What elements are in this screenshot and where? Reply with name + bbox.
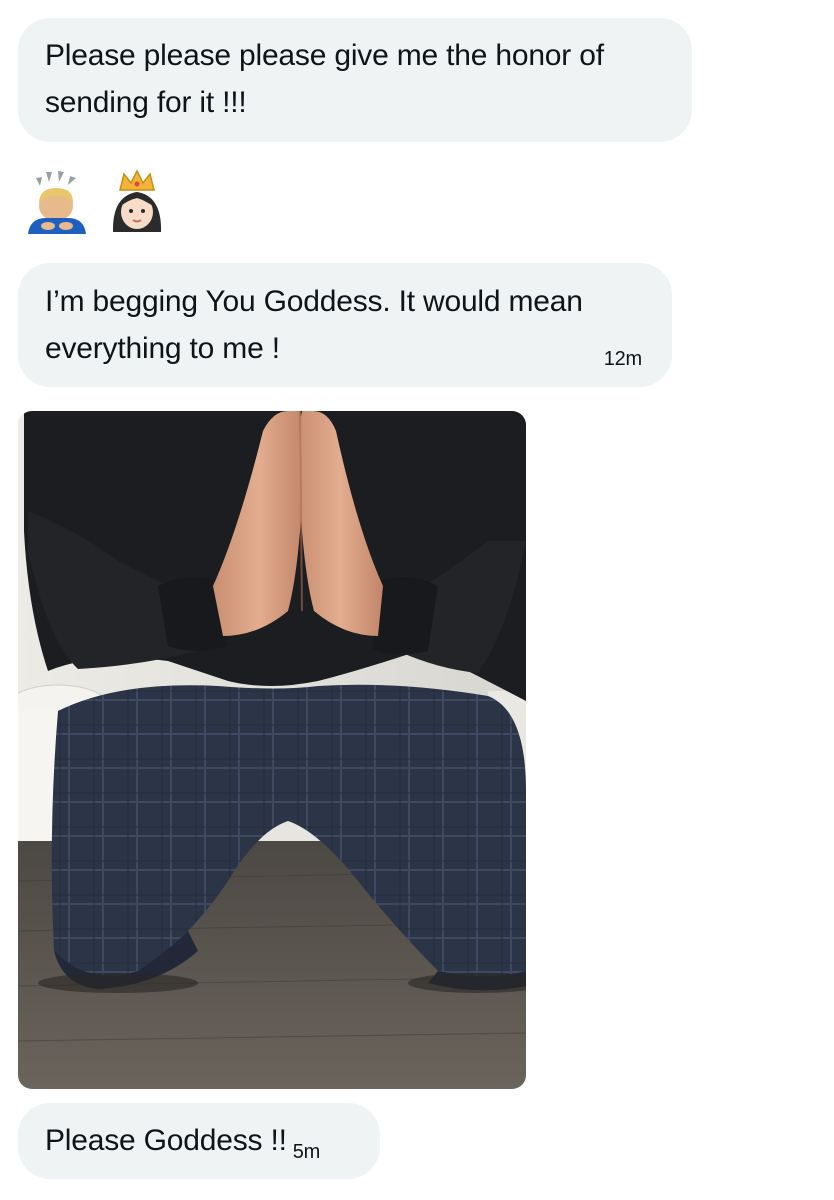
emoji-message[interactable] — [24, 168, 170, 238]
princess-emoji — [112, 169, 162, 232]
photo-kneeling-hands-pressed — [18, 411, 526, 1089]
message-text: I’m begging You Goddess. It would mean e… — [45, 285, 583, 365]
message-photo[interactable] — [18, 411, 526, 1089]
message-text: Please please please give me the honor o… — [45, 39, 604, 119]
message-bubble[interactable]: I’m begging You Goddess. It would mean e… — [18, 263, 672, 387]
message-timestamp: 5m — [292, 1141, 321, 1163]
dm-thread: Please please please give me the honor o… — [0, 0, 834, 1200]
message-timestamp: 12m — [603, 348, 643, 370]
message-bubble[interactable]: Please please please give me the honor o… — [18, 18, 692, 142]
message-text: Please Goddess !! — [45, 1124, 287, 1157]
person-bowing-emoji — [28, 171, 86, 234]
message-bubble[interactable]: Please Goddess !! 5m — [18, 1103, 380, 1179]
